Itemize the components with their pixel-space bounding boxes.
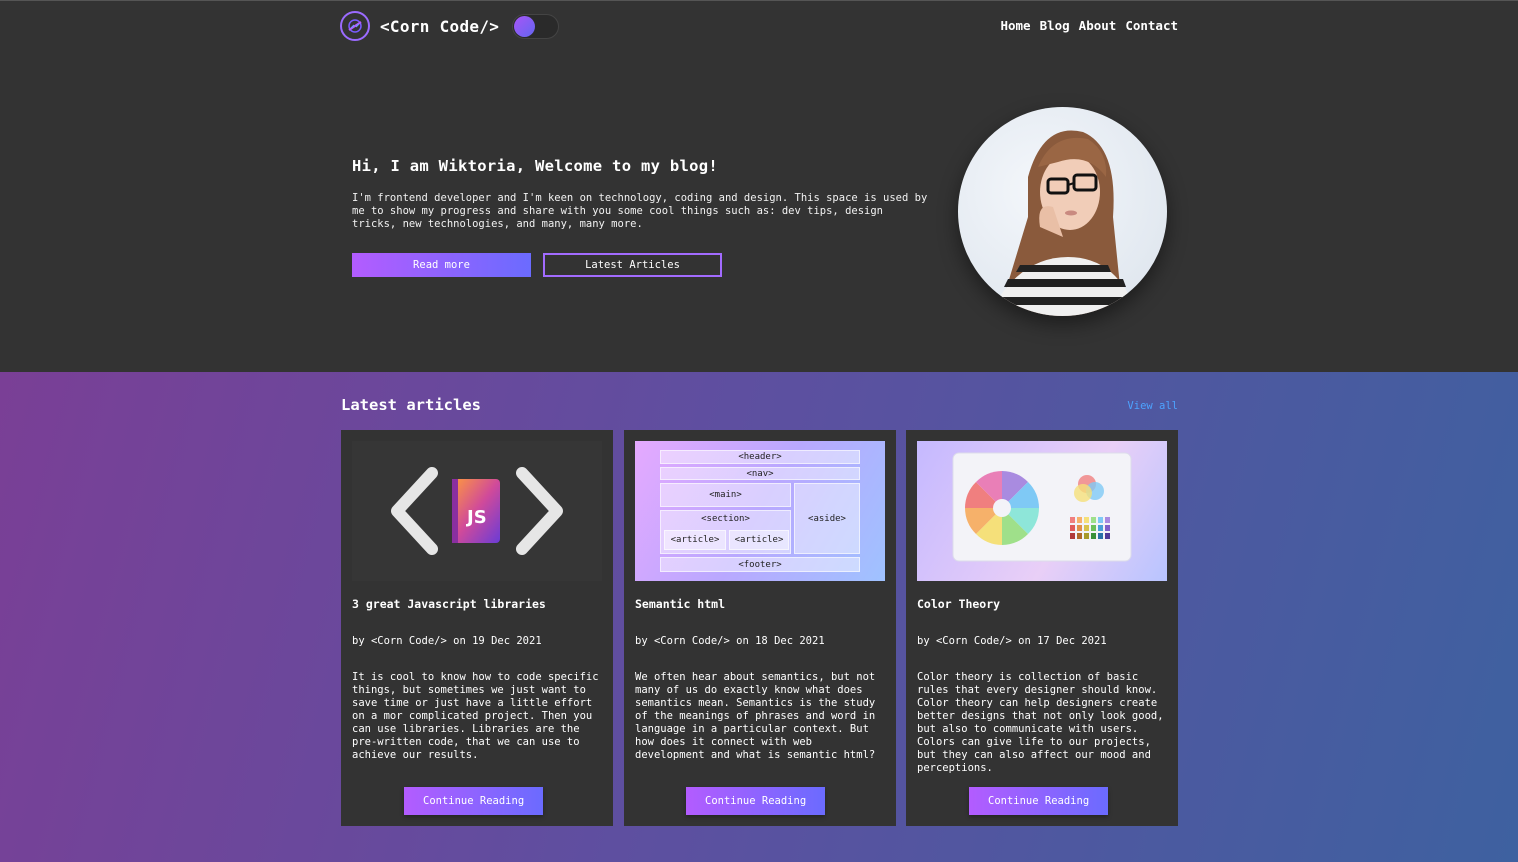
tag-aside: <aside> [794,483,860,554]
article-card: <header> <nav> <main> <aside> <section> … [624,430,896,826]
article-card: JS 3 great Javascript libraries by <Corn… [341,430,613,826]
logo-icon [340,11,370,41]
article-title[interactable]: Semantic html [635,597,725,611]
continue-reading-button[interactable]: Continue Reading [686,787,826,815]
view-all-link[interactable]: View all [1127,400,1178,412]
hero-title: Hi, I am Wiktoria, Welcome to my blog! [352,157,719,175]
article-meta: by <Corn Code/> on 18 Dec 2021 [635,635,825,647]
tag-article: <article> [664,530,726,550]
continue-reading-button[interactable]: Continue Reading [969,787,1109,815]
article-excerpt: Color theory is collection of basic rule… [917,671,1164,774]
article-meta: by <Corn Code/> on 19 Dec 2021 [352,635,542,647]
nav-about[interactable]: About [1079,18,1117,33]
js-icon-label: JS [467,507,487,528]
tag-article: <article> [729,530,789,550]
site-header: <Corn Code/> Home Blog About Contact [0,0,1518,50]
article-title[interactable]: 3 great Javascript libraries [352,597,546,611]
continue-reading-button[interactable]: Continue Reading [404,787,544,815]
main-nav: Home Blog About Contact [1000,18,1178,33]
nav-contact[interactable]: Contact [1125,18,1178,33]
article-image [917,441,1167,581]
tag-main: <main> [660,483,791,507]
nav-home[interactable]: Home [1000,18,1030,33]
article-title[interactable]: Color Theory [917,597,1000,611]
article-image: <header> <nav> <main> <aside> <section> … [635,441,885,581]
logo-text: <Corn Code/> [380,16,500,36]
latest-articles-section: Latest articles View all JS 3 great Java… [0,372,1518,862]
theme-toggle[interactable] [512,14,559,39]
logo[interactable]: <Corn Code/> [340,11,499,41]
read-more-button[interactable]: Read more [352,253,531,277]
tag-footer: <footer> [660,557,860,572]
tag-nav: <nav> [660,467,860,480]
section-title: Latest articles [341,396,481,414]
avatar [958,107,1167,316]
article-excerpt: It is cool to know how to code specific … [352,671,599,761]
article-meta: by <Corn Code/> on 17 Dec 2021 [917,635,1107,647]
nav-blog[interactable]: Blog [1040,18,1070,33]
article-image: JS [352,441,602,581]
article-card: Color Theory by <Corn Code/> on 17 Dec 2… [906,430,1178,826]
latest-articles-button[interactable]: Latest Articles [543,253,722,277]
toggle-knob [514,16,535,37]
article-excerpt: We often hear about semantics, but not m… [635,671,876,761]
hero-text: I'm frontend developer and I'm keen on t… [352,192,928,230]
tag-header: <header> [660,450,860,464]
